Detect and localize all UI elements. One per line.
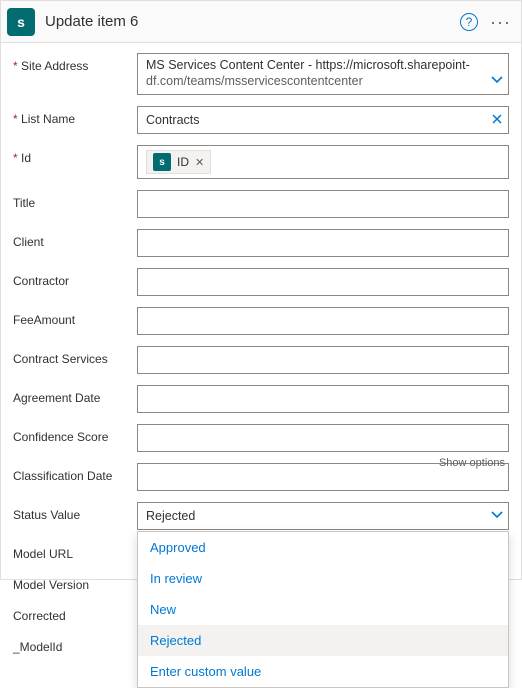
id-input[interactable]: s ID ✕	[137, 145, 509, 179]
status-value-select[interactable]: Rejected	[137, 502, 509, 530]
confidence-score-input[interactable]	[137, 424, 509, 452]
form-body: Site Address MS Services Content Center …	[1, 43, 521, 654]
card-title: Update item 6	[45, 13, 460, 30]
status-option[interactable]: In review	[138, 563, 508, 594]
label-contractor: Contractor	[13, 268, 137, 288]
fee-amount-input[interactable]	[137, 307, 509, 335]
label-agreement-date: Agreement Date	[13, 385, 137, 405]
label-id: Id	[13, 145, 137, 165]
site-address-input[interactable]: MS Services Content Center - https://mic…	[137, 53, 509, 95]
label-corrected: Corrected	[13, 603, 137, 623]
show-options-hint: Show options	[439, 457, 505, 469]
status-dropdown[interactable]: ApprovedIn reviewNewRejectedEnter custom…	[137, 531, 509, 688]
label-model-url: Model URL	[13, 541, 137, 561]
label-confidence-score: Confidence Score	[13, 424, 137, 444]
contract-services-input[interactable]	[137, 346, 509, 374]
id-token[interactable]: s ID ✕	[146, 150, 211, 174]
contractor-input[interactable]	[137, 268, 509, 296]
help-icon[interactable]: ?	[460, 13, 478, 31]
status-value-current: Rejected	[146, 509, 195, 523]
label-client: Client	[13, 229, 137, 249]
label-model-version: Model Version	[13, 572, 137, 592]
agreement-date-input[interactable]	[137, 385, 509, 413]
label-title: Title	[13, 190, 137, 210]
title-input[interactable]	[137, 190, 509, 218]
clear-icon[interactable]	[491, 112, 503, 128]
chevron-down-icon[interactable]	[491, 73, 503, 89]
site-address-value-line2: df.com/teams/msservicescontentcenter	[146, 74, 363, 88]
label-contract-services: Contract Services	[13, 346, 137, 366]
status-option[interactable]: New	[138, 594, 508, 625]
status-option[interactable]: Approved	[138, 532, 508, 563]
more-icon[interactable]: ···	[490, 15, 511, 29]
list-name-input[interactable]: Contracts	[137, 106, 509, 134]
client-input[interactable]	[137, 229, 509, 257]
site-address-value-line1: MS Services Content Center - https://mic…	[146, 58, 470, 72]
label-status-value: Status Value	[13, 502, 137, 522]
sharepoint-token-icon: s	[153, 153, 171, 171]
id-token-label: ID	[177, 155, 189, 169]
label-fee-amount: FeeAmount	[13, 307, 137, 327]
label-list-name: List Name	[13, 106, 137, 126]
chevron-down-icon[interactable]	[491, 508, 503, 524]
status-option[interactable]: Rejected	[138, 625, 508, 656]
list-name-value: Contracts	[146, 113, 200, 127]
remove-token-icon[interactable]: ✕	[195, 156, 204, 169]
card-header: s Update item 6 ? ···	[1, 1, 521, 43]
label-classification-date: Classification Date	[13, 463, 137, 483]
label-model-id: _ModelId	[13, 634, 137, 654]
label-site-address: Site Address	[13, 53, 137, 73]
sharepoint-icon: s	[7, 8, 35, 36]
status-option[interactable]: Enter custom value	[138, 656, 508, 687]
